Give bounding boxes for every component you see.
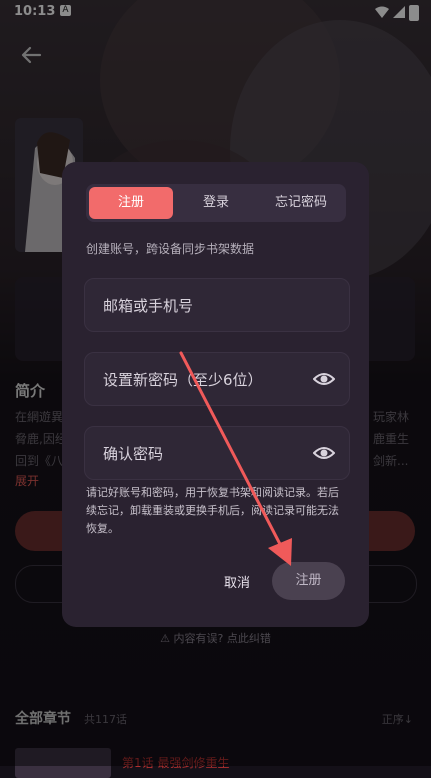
tab-forgot-password[interactable]: 忘记密码 [258, 184, 344, 222]
account-notice: 请记好账号和密码，用于恢复书架和阅读记录。若后续忘记，卸载重装或更换手机后，阅读… [86, 486, 339, 535]
dialog-subtitle: 创建账号，跨设备同步书架数据 [86, 242, 255, 256]
cancel-button[interactable]: 取消 [224, 572, 250, 591]
confirm-password-field[interactable] [84, 426, 350, 481]
account-field[interactable] [84, 278, 350, 333]
auth-dialog: 注册 登录 忘记密码 创建账号，跨设备同步书架数据 请记好账号和密码，用于恢复书… [62, 162, 369, 627]
password-field[interactable] [84, 352, 350, 407]
eye-icon[interactable] [313, 443, 335, 463]
password-input[interactable] [101, 353, 305, 407]
confirm-password-input[interactable] [101, 427, 305, 481]
register-button[interactable]: 注册 [272, 562, 345, 600]
auth-tabs: 注册 登录 忘记密码 [86, 184, 346, 222]
tab-register[interactable]: 注册 [89, 187, 173, 219]
account-input[interactable] [101, 279, 305, 333]
tab-login[interactable]: 登录 [176, 184, 256, 222]
eye-icon[interactable] [313, 369, 335, 389]
